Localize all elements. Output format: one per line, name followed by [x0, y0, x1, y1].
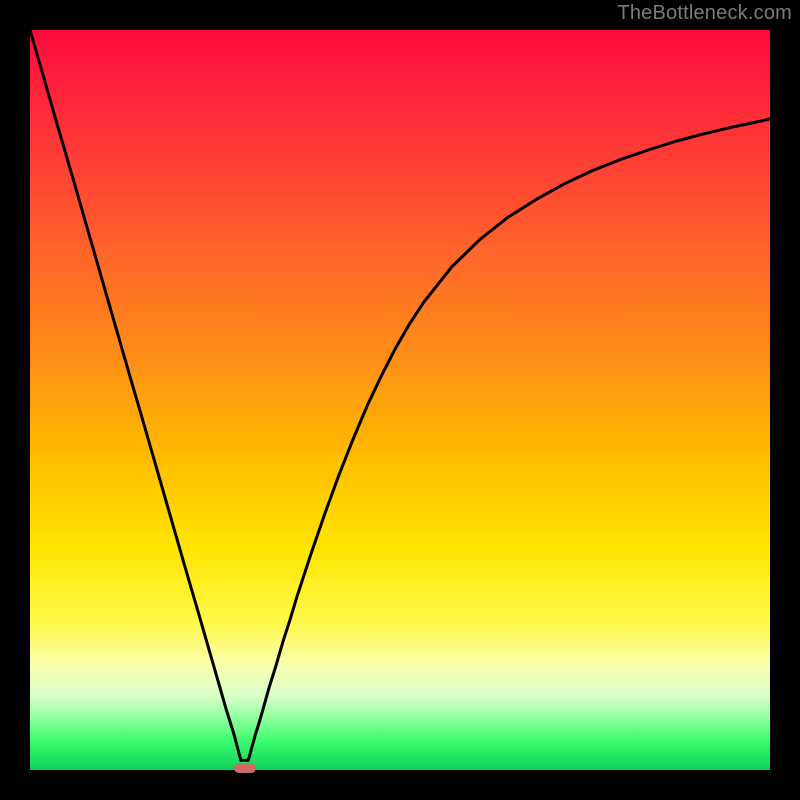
plot-area — [30, 30, 770, 770]
chart-frame: TheBottleneck.com — [0, 0, 800, 800]
curve-path — [30, 30, 770, 760]
min-marker — [234, 763, 256, 773]
curve-svg — [30, 30, 770, 770]
watermark-text: TheBottleneck.com — [617, 2, 792, 25]
